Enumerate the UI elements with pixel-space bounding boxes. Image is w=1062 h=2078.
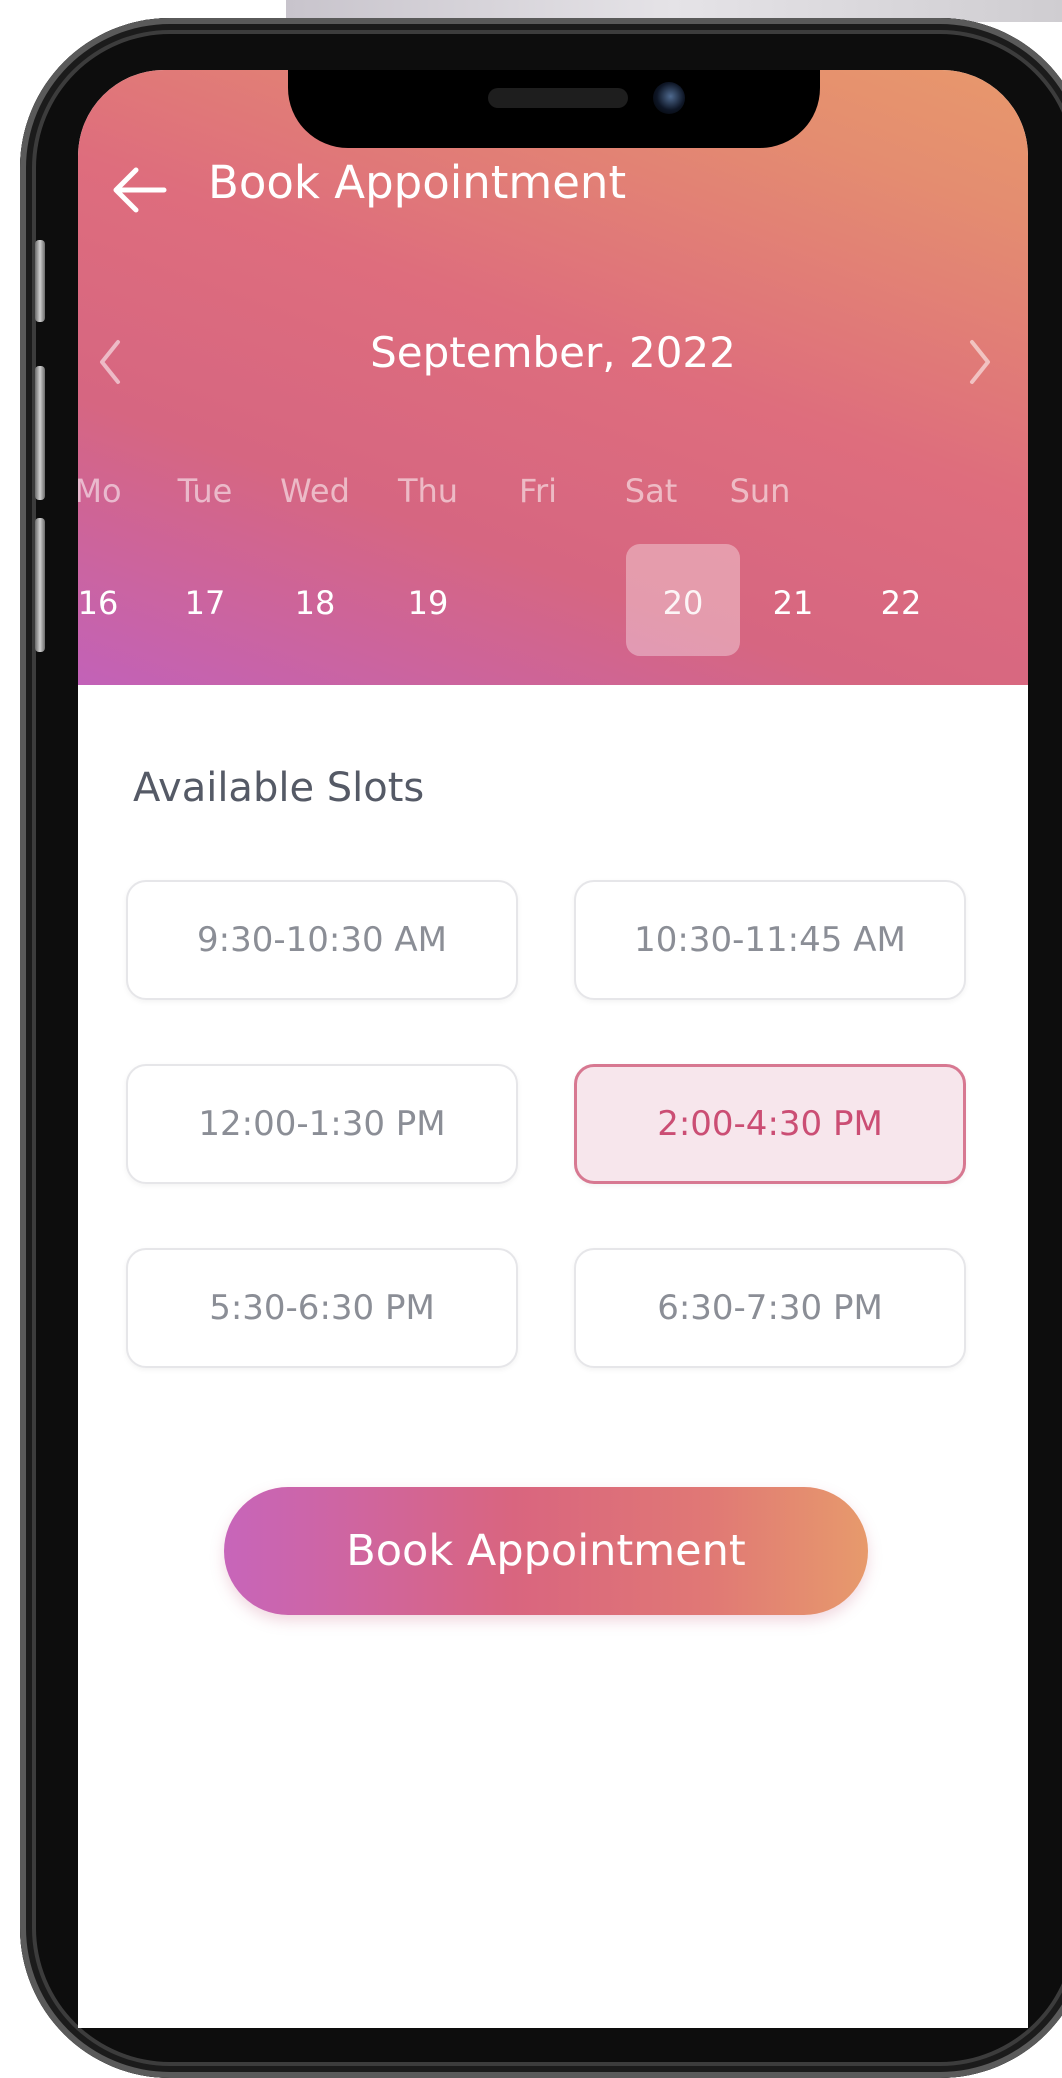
weekday-wed: Wed [280, 472, 350, 510]
back-arrow-icon[interactable] [106, 158, 170, 222]
available-slots-heading: Available Slots [133, 765, 425, 811]
side-button-silent [35, 240, 45, 322]
day-17[interactable]: 17 [150, 584, 260, 622]
weekday-thu: Thu [397, 472, 459, 510]
weekday-fri: Fri [518, 472, 558, 510]
day-16[interactable]: 16 [78, 584, 153, 622]
header: Book Appointment September, 2022 Mo Tue … [78, 70, 1028, 685]
speaker-grille [488, 88, 628, 108]
page-title: Book Appointment [208, 156, 627, 209]
camera-notch [288, 70, 820, 148]
slot-button[interactable]: 12:00-1:30 PM [126, 1064, 518, 1184]
day-21[interactable]: 21 [738, 584, 848, 622]
day-20-selected[interactable]: 20 [628, 584, 738, 622]
side-button-volume-down [35, 518, 45, 652]
weekday-sat: Sat [624, 472, 678, 510]
weekday-sun: Sun [729, 472, 791, 510]
slot-button[interactable]: 6:30-7:30 PM [574, 1248, 966, 1368]
slot-button[interactable]: 5:30-6:30 PM [126, 1248, 518, 1368]
next-month-icon[interactable] [958, 332, 1002, 392]
weekday-tue: Tue [177, 472, 233, 510]
slot-button[interactable]: 9:30-10:30 AM [126, 880, 518, 1000]
book-appointment-button[interactable]: Book Appointment [224, 1487, 868, 1615]
day-22[interactable]: 22 [846, 584, 956, 622]
day-19[interactable]: 19 [373, 584, 483, 622]
slot-button[interactable]: 10:30-11:45 AM [574, 880, 966, 1000]
side-button-volume-up [35, 366, 45, 500]
app-screen: Book Appointment September, 2022 Mo Tue … [78, 70, 1028, 2028]
month-label: September, 2022 [370, 328, 736, 377]
front-camera [653, 82, 685, 114]
day-18[interactable]: 18 [260, 584, 370, 622]
weekday-mo: Mo [78, 472, 122, 510]
slot-button-selected[interactable]: 2:00-4:30 PM [574, 1064, 966, 1184]
